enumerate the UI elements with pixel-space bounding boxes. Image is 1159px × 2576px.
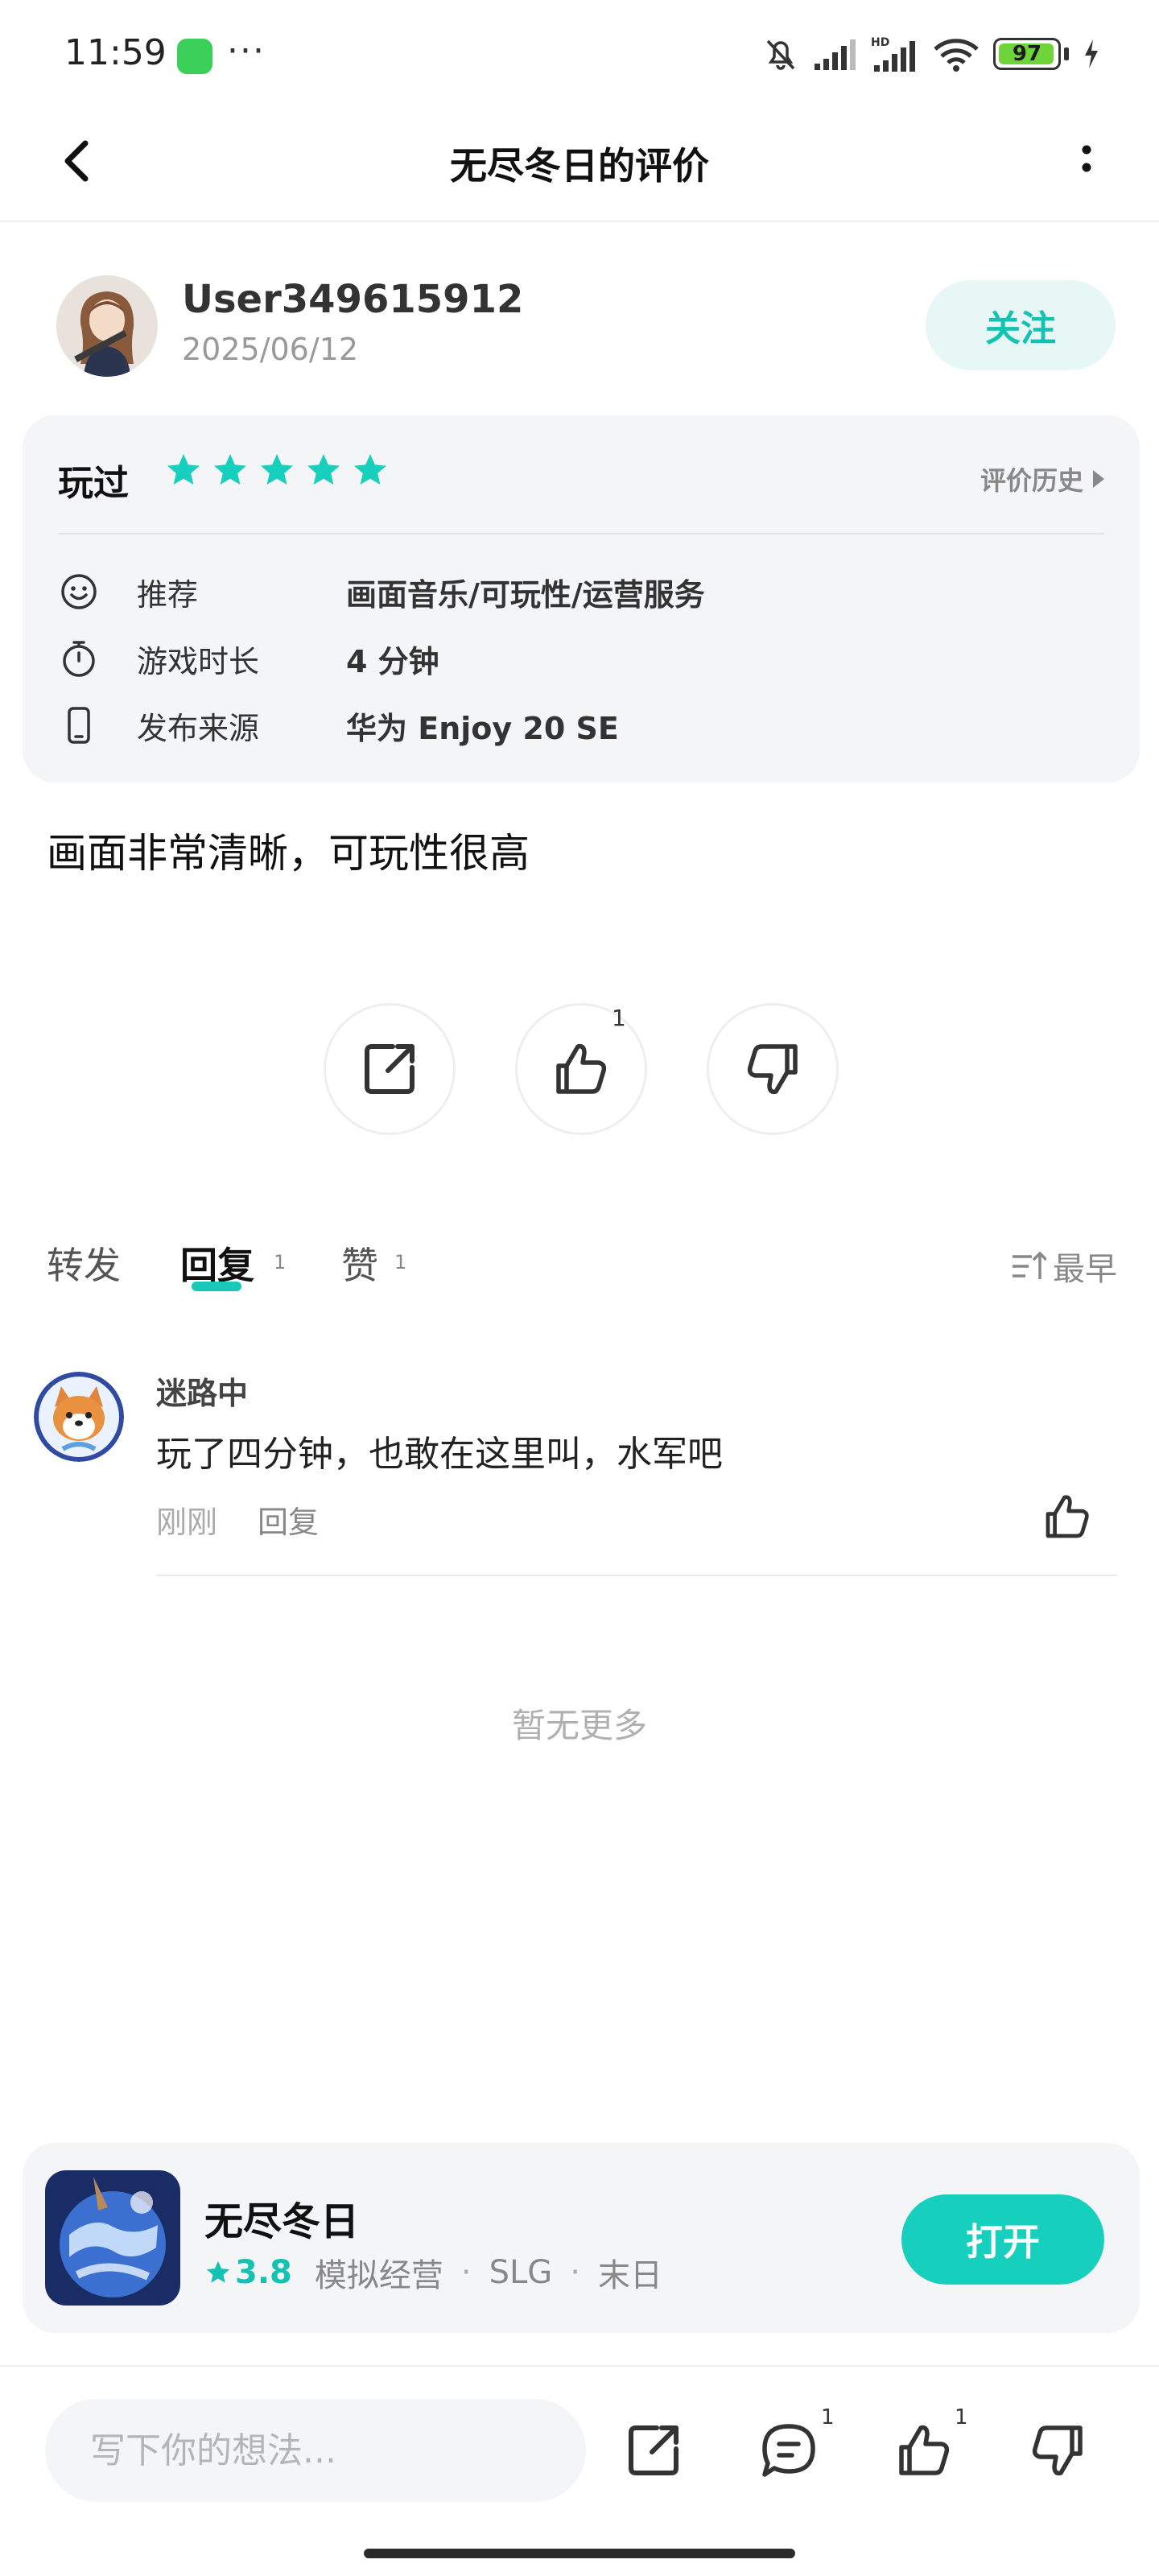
bottom-bar-divider [0,2365,1159,2367]
info-value: 华为 Enjoy 20 SE [346,710,619,746]
sort-button[interactable]: 最早 [1011,1243,1117,1290]
page-title: 无尽冬日的评价 [450,144,709,188]
comment-text: 玩了四分钟，也敢在这里叫，水军吧 [156,1434,723,1475]
info-row-recommend: 推荐 画面音乐/可玩性/运营服务 [58,568,705,616]
username[interactable]: User349615912 [182,277,523,322]
star-icon [354,454,386,485]
home-indicator[interactable] [364,2549,795,2558]
bottom-share-icon[interactable] [620,2417,687,2484]
tag-separator: · [460,2254,472,2291]
comment-input[interactable] [45,2399,586,2502]
rating-stars [164,451,390,489]
game-tag: 模拟经营 [314,2257,443,2294]
status-icons: HD 97 [761,34,1101,74]
review-text: 画面非常清晰，可玩性很高 [47,830,530,877]
mute-bell-icon [766,39,795,70]
battery-indicator: 97 [993,38,1061,70]
comment-time: 刚刚 [156,1505,218,1540]
tag-separator: · [570,2254,580,2291]
info-label: 游戏时长 [137,643,260,679]
triangle-right-icon [1093,470,1104,488]
tab-likes[interactable]: 赞 [341,1236,378,1290]
game-meta: 3.8 模拟经营 · SLG · 末日 [204,2249,662,2296]
info-value: 画面音乐/可玩性/运营服务 [346,576,705,613]
info-label: 推荐 [137,576,199,613]
card-divider [58,533,1104,535]
sort-label: 最早 [1053,1251,1117,1288]
star-icon [307,454,340,485]
commenter-avatar[interactable] [34,1372,124,1462]
star-icon [214,454,246,485]
signal-hd-icon: HD [871,36,915,72]
wifi-icon [934,39,979,72]
share-icon [365,1044,415,1094]
status-time: 11:59 [64,32,167,73]
top-app-bar: 无尽冬日的评价 [0,105,1159,222]
likes-count: 1 [394,1251,407,1274]
star-icon [261,454,293,485]
comment-divider [156,1575,1117,1576]
comment-reply-button[interactable]: 回复 [258,1497,319,1542]
tab-repost[interactable]: 转发 [47,1236,121,1290]
thumbs-down-icon [747,1044,798,1095]
played-label: 玩过 [58,463,129,504]
info-label: 发布来源 [137,710,260,746]
info-row-playtime: 游戏时长 4 分钟 [58,634,439,683]
timer-icon [63,641,95,677]
svg-text:HD: HD [871,36,889,49]
battery-tip [1064,47,1069,60]
game-tag: SLG [489,2254,553,2291]
status-bar: 11:59 ··· HD 97 [0,0,1159,105]
thumbs-up-icon [556,1043,607,1094]
bottom-comment-count: 1 [821,2405,835,2429]
dislike-button[interactable] [707,1003,839,1135]
review-date: 2025/06/12 [182,332,359,367]
info-value: 4 分钟 [346,643,439,679]
game-rating-value: 3.8 [235,2254,292,2291]
game-icon[interactable] [45,2170,180,2306]
game-card[interactable]: 无尽冬日 3.8 模拟经营 · SLG · 末日 打开 [23,2143,1140,2333]
game-name[interactable]: 无尽冬日 [204,2190,359,2246]
commenter-name[interactable]: 迷路中 [156,1368,248,1413]
info-row-device: 发布来源 华为 Enjoy 20 SE [58,701,619,749]
battery-level: 97 [1012,42,1042,66]
charging-icon [1085,39,1098,68]
share-button[interactable] [324,1003,456,1135]
user-avatar[interactable] [56,275,158,377]
replies-count: 1 [274,1251,287,1274]
sort-icon [1013,1251,1046,1279]
like-button[interactable] [515,1003,647,1135]
message-app-icon [177,39,212,74]
no-more-text: 暂无更多 [511,1706,647,1745]
smile-icon [61,574,97,609]
open-game-button[interactable]: 打开 [901,2194,1104,2285]
game-rating: 3.8 [204,2254,292,2291]
review-history-link[interactable]: 评价历史 [980,460,1104,497]
bottom-like-count: 1 [955,2405,968,2429]
game-tag: 末日 [597,2257,662,2294]
star-icon [167,454,200,485]
bottom-comment-icon[interactable] [755,2417,823,2484]
active-tab-indicator [192,1282,241,1291]
phone-icon [68,707,90,744]
follow-button[interactable]: 关注 [926,280,1116,370]
more-options-icon[interactable] [1054,129,1119,193]
star-icon [206,2260,230,2283]
like-count: 1 [612,1005,626,1031]
review-history-label: 评价历史 [980,465,1083,496]
bottom-thumbs-down-icon[interactable] [1024,2417,1091,2484]
review-info-card: 玩过 评价历史 推荐 画面音乐/可玩性/运营服务 游戏时长 4 分钟 发布来源 … [23,415,1140,782]
more-notifications-icon: ··· [227,31,266,72]
comment-thumbs-up-icon[interactable] [1038,1488,1096,1546]
bottom-thumbs-up-icon[interactable] [890,2417,958,2484]
signal-icon [815,39,856,70]
